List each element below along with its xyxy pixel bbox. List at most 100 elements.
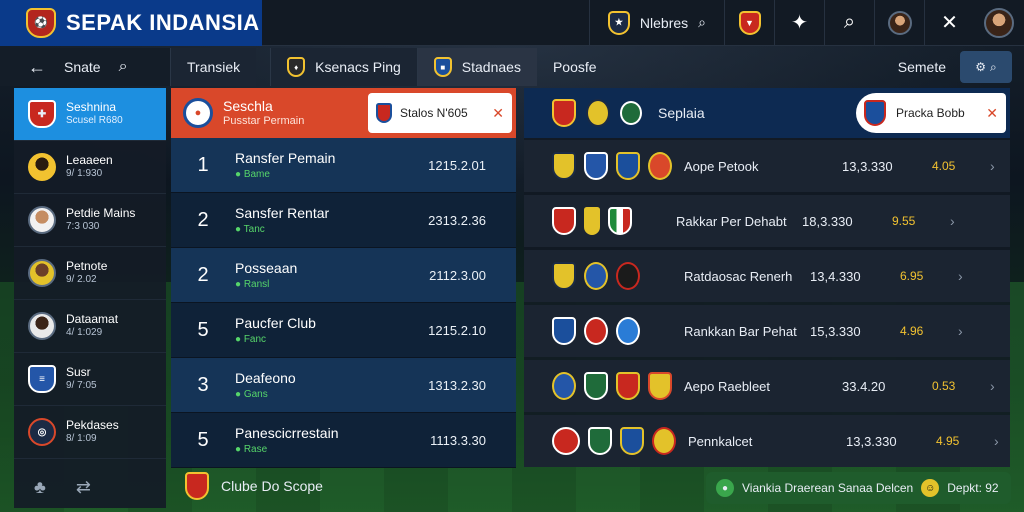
match-value: 33.4.20 [842,378,886,394]
top-bar: ⚽ SEPAK INDANSIA ★ Nlebres ⌕ ▼ ✦ ⌕ ✕ [0,0,1024,46]
crest-icon [584,152,608,180]
match-name: Pennkalcet [688,433,753,449]
row-name: Deafeono [235,370,296,387]
sidebar-item-name: Pekdases [66,418,119,433]
panel-title: Seschla [223,98,273,115]
row-tag: Rase [243,443,268,455]
club-crest-icon[interactable]: ▼ [724,0,774,46]
crest-icon: ✚ [28,100,56,128]
close-icon[interactable]: ✕ [986,105,998,122]
list-item[interactable]: Aepo Raebleet 33.4.20 0.53 › [524,360,1010,412]
crest-icon [584,262,608,290]
sidebar-item-name: Petdie Mains [66,206,136,221]
row-tag: Fanc [243,333,267,345]
table-row[interactable]: 5 Paucfer Club ● Fanc 1215.2.10 [171,303,516,358]
sidebar-item-sub: Scusel R680 [66,115,123,127]
tab-profile[interactable]: Poosfe [537,48,613,86]
list-item[interactable]: Pennkalcet 13,3.330 4.95 › [524,415,1010,467]
matches-title: Seplaia [658,105,705,121]
smile-icon: ☺ [921,479,940,497]
top-search[interactable]: ★ Nlebres ⌕ [588,0,724,46]
status-popup[interactable]: Stalos N'605 ✕ [368,93,512,133]
search-icon[interactable]: ⌕ [119,58,128,76]
crest-icon [620,427,644,455]
popup-label: Stalos N'605 [400,106,468,120]
match-value: 13,3.330 [846,433,897,449]
status-icon: ● [716,479,734,497]
crest-icon [616,372,640,400]
close-icon[interactable]: ✕ [924,0,974,46]
match-list: Aope Petook 13,3.330 4.05 › Rakkar Per D… [524,140,1010,467]
sidebar-item[interactable]: ✚ Seshnina Scusel R680 [14,88,166,141]
match-value: 13,3.330 [842,158,893,174]
crest-icon [648,372,672,400]
crest-icon [864,100,886,126]
list-item[interactable]: Aope Petook 13,3.330 4.05 › [524,140,1010,192]
rank: 5 [197,428,209,451]
match-odds: 6.95 [900,269,924,283]
table-row[interactable]: 2 Posseaan ● Ransl 2112.3.00 [171,248,516,303]
row-tag: Gans [243,388,268,400]
list-item[interactable]: Rakkar Per Dehabt 18,3.330 9.55 › [524,195,1010,247]
sidebar-item[interactable]: Leaaeen 9/ 1:930 [14,141,166,194]
tab-label: Transiek [187,59,241,75]
tab-label: Stadnaes [461,59,521,75]
match-odds: 4.95 [936,434,960,448]
match-value: 18,3.330 [802,213,853,229]
sidebar-item[interactable]: Dataamat 4/ 1:029 [14,300,166,353]
tag-icon: ● [235,388,242,400]
crest-icon [584,207,600,235]
tab-stadiums[interactable]: ■ Stadnaes [416,48,537,86]
avatar [887,10,912,35]
close-icon[interactable]: ✕ [492,105,504,122]
avatar [28,312,56,340]
table-row[interactable]: 2 Sansfer Rentar ● Tanc 2313.2.36 [171,193,516,248]
crest-icon [552,372,576,400]
avatar-icon[interactable] [874,0,924,46]
popup-label: Pracka Bobb [896,106,965,120]
back-arrow-icon[interactable]: ← [28,57,46,78]
list-item[interactable]: Rankkan Bar Pehat 15,3.330 4.96 › [524,305,1010,357]
cross-icon[interactable]: ✦ [774,0,824,46]
row-tag: Ransl [243,278,270,290]
select-label[interactable]: Semete [898,59,960,75]
user-avatar[interactable] [974,0,1024,46]
crest-icon [584,317,608,345]
table-row[interactable]: 1 Ransfer Pemain ● Bame 1215.2.01 [171,138,516,193]
tab-transiek[interactable]: Transiek [170,48,257,86]
match-name: Aope Petook [684,158,759,174]
status-chip[interactable]: ● Viankia Draerean Sanaa Delcen ☺ Depkt:… [706,472,1011,504]
crest-icon [552,99,576,127]
rank: 3 [197,373,209,396]
settings-button[interactable]: ⚙ ⌕ [960,51,1012,83]
brand[interactable]: ⚽ SEPAK INDANSIA [0,0,262,46]
crest-icon: ≡ [28,365,56,393]
rank: 1 [197,153,209,176]
sidebar-item[interactable]: Petdie Mains 7:3 030 [14,194,166,247]
avatar [984,7,1014,38]
selected-match-popup[interactable]: Pracka Bobb ✕ [856,93,1006,133]
table-row[interactable]: 5 Panescicrrestain ● Rase 1113.3.30 [171,413,516,468]
puzzle-icon[interactable]: ♣ [34,477,46,498]
back-nav[interactable]: ← Snate ⌕ [0,48,170,86]
sidebar-item-name: Dataamat [66,312,119,327]
list-item[interactable]: Ratdaosac Renerh 13,4.330 6.95 › [524,250,1010,302]
sidebar-item-name: Susr [66,365,91,380]
avatar [28,206,56,234]
search-icon[interactable]: ⌕ [824,0,874,46]
row-value: 1113.3.30 [430,432,486,448]
tab-ranking[interactable]: ♦ Ksenacs Ping [270,48,417,86]
row-name: Posseaan [235,260,298,277]
sidebar-item-name: Seshnina [66,100,117,115]
transfer-panel: ● Seschla Pusstar Permain Stalos N'605 ✕… [171,88,516,468]
sidebar-item[interactable]: Petnote 9/ 2.02 [14,247,166,300]
share-icon[interactable]: ⇄ [76,477,91,498]
crest-icon [185,472,209,500]
row-tag: Tanc [243,223,265,235]
sidebar-item[interactable]: ≡ Susr 9/ 7:05 [14,353,166,406]
tag-icon: ● [235,333,242,345]
tag-icon: ● [235,223,242,235]
sidebar-item[interactable]: ◎ Pekdases 8/ 1:09 [14,406,166,459]
table-row[interactable]: 3 Deafeono ● Gans 1313.2.30 [171,358,516,413]
club-footer[interactable]: Clube Do Scope [171,472,323,500]
